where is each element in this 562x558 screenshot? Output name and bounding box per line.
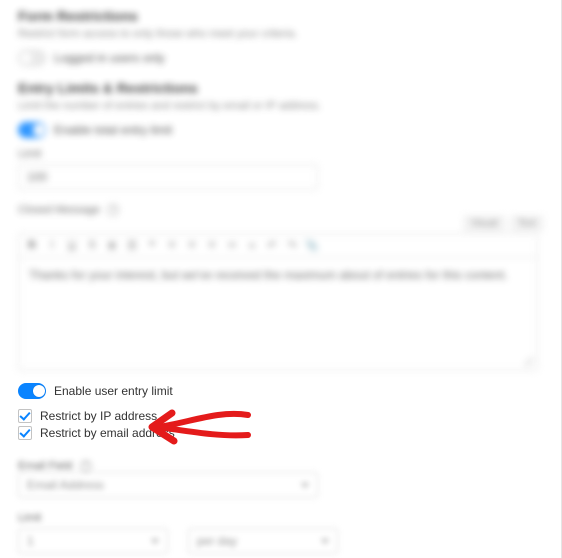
closed-message-editor: B I U S ≣ ☰ ❝ ≡ ≡ ≡ ∞ ∝ ↶ ↷ 📎 Thanks for… xyxy=(18,233,538,371)
toggle-label-user-entry-limit: Enable user entry limit xyxy=(54,384,173,398)
unlink-icon[interactable]: ∝ xyxy=(245,239,259,252)
checkbox-restrict-email[interactable] xyxy=(18,426,32,440)
underline-icon[interactable]: U xyxy=(65,239,79,252)
select-user-limit-per[interactable]: per day xyxy=(188,528,338,554)
help-icon[interactable]: ? xyxy=(107,204,119,216)
select-user-limit-value[interactable]: 1 xyxy=(18,528,168,554)
help-icon[interactable]: ? xyxy=(80,460,92,472)
label-restrict-email: Restrict by email address xyxy=(40,426,175,440)
user-limit-value: 1 xyxy=(27,534,34,548)
select-email-field[interactable]: Email Address xyxy=(18,472,318,498)
paste-icon[interactable]: 📎 xyxy=(305,239,319,252)
bold-icon[interactable]: B xyxy=(25,239,39,252)
toggle-label-logged-in: Logged in users only xyxy=(54,51,165,65)
resize-handle-icon[interactable] xyxy=(524,357,534,367)
number-list-icon[interactable]: ☰ xyxy=(125,239,139,252)
chevron-down-icon xyxy=(301,483,309,488)
section-desc-entry-limits: Limit the number of entries and restrict… xyxy=(18,100,543,112)
label-email-field: Email Field xyxy=(18,460,72,472)
checkbox-restrict-ip[interactable] xyxy=(18,409,32,423)
toggle-logged-in-users[interactable] xyxy=(18,50,46,66)
quote-icon[interactable]: ❝ xyxy=(145,239,159,252)
label-restrict-ip: Restrict by IP address xyxy=(40,409,157,423)
undo-icon[interactable]: ↶ xyxy=(265,239,279,252)
label-closed-message: Closed Message xyxy=(18,204,100,216)
input-total-limit[interactable] xyxy=(18,164,318,190)
select-email-field-value: Email Address xyxy=(27,478,104,492)
user-limit-per: per day xyxy=(197,534,237,548)
editor-toolbar: B I U S ≣ ☰ ❝ ≡ ≡ ≡ ∞ ∝ ↶ ↷ 📎 xyxy=(19,234,537,258)
toggle-total-entry-limit[interactable] xyxy=(18,122,46,138)
section-desc-form-restrictions: Restrict form access to only those who m… xyxy=(18,28,543,40)
align-left-icon[interactable]: ≡ xyxy=(165,239,179,252)
editor-tab-text[interactable]: Text xyxy=(511,216,543,231)
chevron-down-icon xyxy=(151,539,159,544)
toggle-user-entry-limit[interactable] xyxy=(18,383,46,399)
align-center-icon[interactable]: ≡ xyxy=(185,239,199,252)
blurred-lower-settings: Email Field ? Email Address Limit 1 per … xyxy=(18,458,543,554)
redo-icon[interactable]: ↷ xyxy=(285,239,299,252)
strike-icon[interactable]: S xyxy=(85,239,99,252)
section-heading-entry-limits: Entry Limits & Restrictions xyxy=(18,80,543,96)
chevron-down-icon xyxy=(321,539,329,544)
italic-icon[interactable]: I xyxy=(45,239,59,252)
bullet-list-icon[interactable]: ≣ xyxy=(105,239,119,252)
label-user-limit: Limit xyxy=(18,512,543,524)
closed-message-textarea[interactable]: Thanks for your interest, but we've rece… xyxy=(19,258,537,370)
toggle-label-total-entry-limit: Enable total entry limit xyxy=(54,123,172,137)
align-right-icon[interactable]: ≡ xyxy=(205,239,219,252)
blurred-upper-settings: Form Restrictions Restrict form access t… xyxy=(18,8,543,371)
section-heading-form-restrictions: Form Restrictions xyxy=(18,8,543,24)
editor-tab-visual[interactable]: Visual xyxy=(464,216,505,231)
label-total-limit: Limit xyxy=(18,148,543,160)
link-icon[interactable]: ∞ xyxy=(225,239,239,252)
closed-message-text: Thanks for your interest, but we've rece… xyxy=(29,268,508,282)
